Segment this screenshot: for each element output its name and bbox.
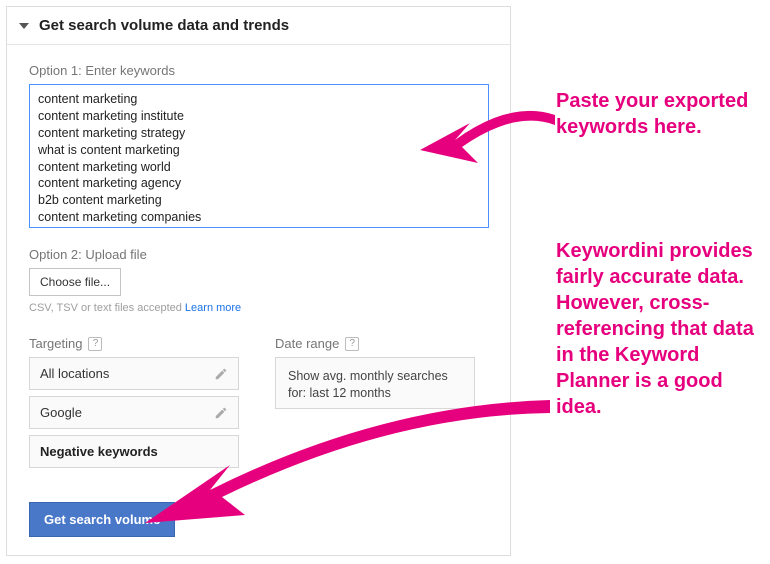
pencil-icon (214, 406, 228, 420)
panel-header[interactable]: Get search volume data and trends (7, 7, 510, 45)
date-range-text: Show avg. monthly searches for: last 12 … (288, 369, 448, 400)
option2-label: Option 2: Upload file (29, 247, 488, 262)
option1-label: Option 1: Enter keywords (29, 63, 488, 78)
annotation-keywordini: Keywordini provides fairly accurate data… (556, 238, 761, 420)
targeting-network[interactable]: Google (29, 396, 239, 429)
panel-title: Get search volume data and trends (39, 17, 289, 34)
choose-file-button[interactable]: Choose file... (29, 268, 121, 296)
targeting-negative-keywords[interactable]: Negative keywords (29, 435, 239, 468)
get-search-volume-button[interactable]: Get search volume (29, 502, 175, 537)
targeting-item-label: Google (40, 405, 82, 420)
targeting-item-label: All locations (40, 366, 109, 381)
learn-more-link[interactable]: Learn more (185, 302, 241, 314)
search-volume-panel: Get search volume data and trends Option… (6, 6, 511, 556)
keywords-textarea[interactable] (29, 84, 489, 228)
file-hint: CSV, TSV or text files accepted Learn mo… (29, 302, 488, 314)
targeting-locations[interactable]: All locations (29, 357, 239, 390)
date-range-selector[interactable]: Show avg. monthly searches for: last 12 … (275, 357, 475, 409)
panel-body: Option 1: Enter keywords Option 2: Uploa… (7, 45, 510, 551)
targeting-title: Targeting (29, 336, 82, 351)
help-icon[interactable]: ? (88, 337, 102, 351)
daterange-title: Date range (275, 336, 339, 351)
targeting-item-label: Negative keywords (40, 444, 158, 459)
file-hint-text: CSV, TSV or text files accepted (29, 302, 185, 314)
annotation-paste-keywords: Paste your exported keywords here. (556, 88, 751, 140)
help-icon[interactable]: ? (345, 337, 359, 351)
pencil-icon (214, 367, 228, 381)
collapse-triangle-icon (19, 23, 29, 29)
